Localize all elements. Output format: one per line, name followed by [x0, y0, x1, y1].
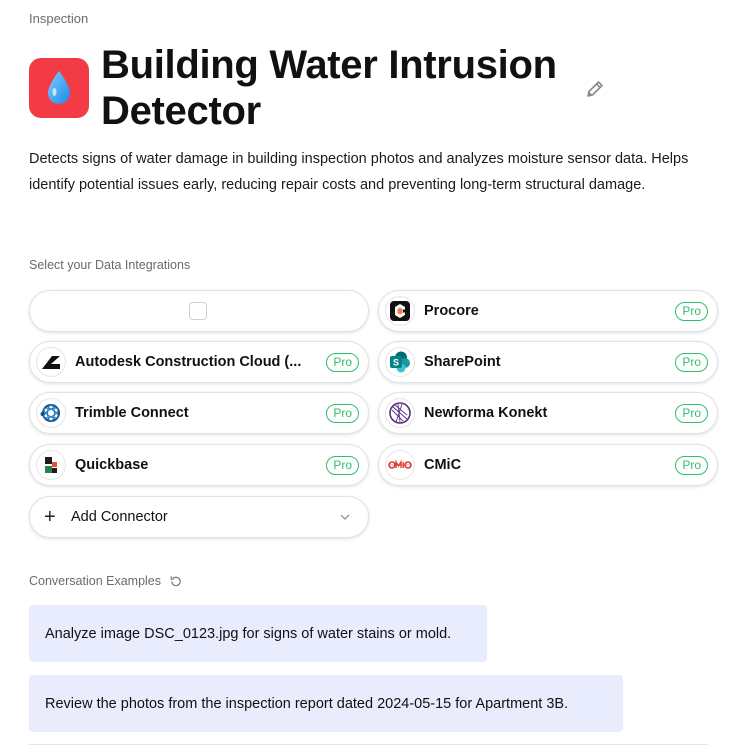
integration-name: Quickbase	[75, 457, 149, 473]
examples-section-header: Conversation Examples	[29, 574, 182, 588]
integration-name: Procore	[424, 303, 479, 319]
cmic-logo-icon	[385, 450, 415, 480]
integration-card-autodesk[interactable]: Autodesk Construction Cloud (... Pro	[29, 341, 369, 383]
app-icon	[29, 58, 89, 118]
pro-badge: Pro	[675, 301, 708, 321]
refresh-icon[interactable]	[169, 575, 182, 588]
autodesk-logo-icon	[36, 347, 66, 377]
svg-text:S: S	[393, 358, 399, 368]
water-droplet-icon	[48, 71, 70, 104]
pro-badge: Pro	[675, 403, 708, 423]
pencil-edit-icon[interactable]	[584, 78, 606, 100]
checkbox[interactable]	[188, 302, 207, 320]
procore-logo-icon	[385, 296, 415, 326]
integration-card-cmic[interactable]: CMiC Pro	[378, 444, 718, 486]
integration-card-procore[interactable]: Procore Pro	[378, 290, 718, 332]
add-connector-label: Add Connector	[71, 509, 168, 525]
integration-name: Newforma Konekt	[424, 405, 548, 421]
integration-card-quickbase[interactable]: Quickbase Pro	[29, 444, 369, 486]
sharepoint-logo-icon: S	[385, 347, 415, 377]
integration-name: Trimble Connect	[75, 405, 189, 421]
add-connector-dropdown[interactable]: + Add Connector	[29, 496, 369, 538]
quickbase-logo-icon	[36, 450, 66, 480]
integration-name: Autodesk Construction Cloud (...	[75, 354, 302, 370]
integration-card-trimble[interactable]: Trimble Connect Pro	[29, 392, 369, 434]
integration-card-newforma[interactable]: Newforma Konekt Pro	[378, 392, 718, 434]
integrations-section-label: Select your Data Integrations	[29, 258, 191, 272]
newforma-logo-icon	[385, 398, 415, 428]
category-label: Inspection	[29, 11, 89, 26]
pro-badge: Pro	[675, 352, 708, 372]
integration-name: CMiC	[424, 457, 462, 473]
examples-section-label: Conversation Examples	[29, 574, 162, 588]
pro-badge: Pro	[326, 403, 359, 423]
plus-icon: +	[44, 506, 56, 528]
trimble-logo-icon	[36, 398, 66, 428]
conversation-example[interactable]: Analyze image DSC_0123.jpg for signs of …	[29, 605, 487, 662]
integration-placeholder-card[interactable]	[29, 290, 369, 332]
divider	[29, 744, 708, 745]
app-title: Building Water Intrusion Detector	[101, 43, 557, 133]
integration-card-sharepoint[interactable]: S SharePoint Pro	[378, 341, 718, 383]
integration-name: SharePoint	[424, 354, 501, 370]
pro-badge: Pro	[326, 455, 359, 475]
pro-badge: Pro	[675, 455, 708, 475]
app-description: Detects signs of water damage in buildin…	[29, 151, 689, 193]
chevron-down-icon	[340, 514, 350, 520]
pro-badge: Pro	[326, 352, 359, 372]
conversation-example[interactable]: Review the photos from the inspection re…	[29, 675, 623, 732]
